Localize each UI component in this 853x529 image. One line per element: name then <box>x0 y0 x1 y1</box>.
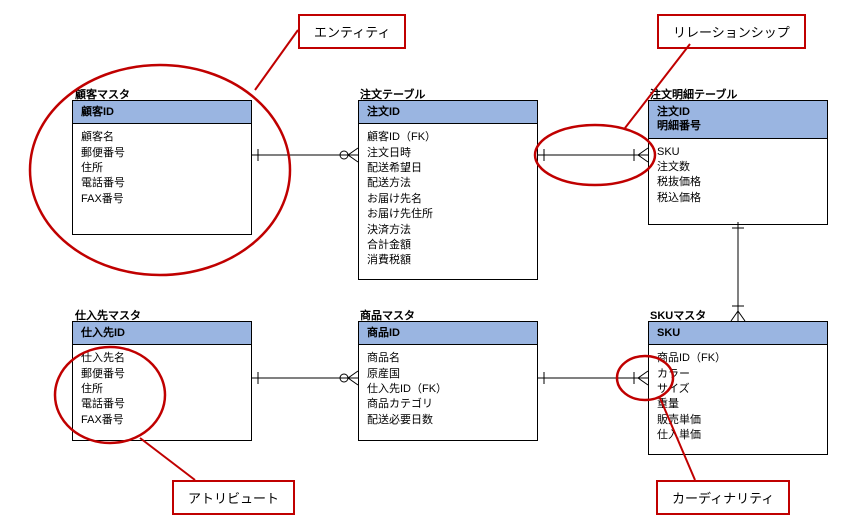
attr: 税抜価格 <box>657 175 819 190</box>
attr: 住所 <box>81 382 243 397</box>
attr: 郵便番号 <box>81 367 243 382</box>
attr: 決済方法 <box>367 223 529 238</box>
attr: お届け先名 <box>367 192 529 207</box>
attr: 税込価格 <box>657 191 819 206</box>
attr: 顧客ID（FK） <box>367 130 529 145</box>
attr: 商品名 <box>367 351 529 366</box>
attr: カラー <box>657 367 819 382</box>
entity-sku-attrs: 商品ID（FK） カラー サイズ 重量 販売単価 仕入単価 <box>649 345 827 453</box>
entity-sku-pk: SKU <box>649 322 827 345</box>
entity-order-detail-pk: 注文ID 明細番号 <box>649 101 827 139</box>
entity-customer: 顧客ID 顧客名 郵便番号 住所 電話番号 FAX番号 <box>72 100 252 235</box>
annotation-relationship: リレーションシップ <box>657 14 806 49</box>
attr: 仕入単価 <box>657 428 819 443</box>
attr: FAX番号 <box>81 192 243 207</box>
attr: 仕入先名 <box>81 351 243 366</box>
entity-order-attrs: 顧客ID（FK） 注文日時 配送希望日 配送方法 お届け先名 お届け先住所 決済… <box>359 124 537 279</box>
attr: 配送方法 <box>367 176 529 191</box>
attr: 重量 <box>657 397 819 412</box>
entity-order-detail-attrs: SKU 注文数 税抜価格 税込価格 <box>649 139 827 224</box>
entity-supplier: 仕入先ID 仕入先名 郵便番号 住所 電話番号 FAX番号 <box>72 321 252 441</box>
annotation-attribute: アトリビュート <box>172 480 295 515</box>
attr: 仕入先ID（FK） <box>367 382 529 397</box>
entity-sku: SKU 商品ID（FK） カラー サイズ 重量 販売単価 仕入単価 <box>648 321 828 455</box>
entity-product-attrs: 商品名 原産国 仕入先ID（FK） 商品カテゴリ 配送必要日数 <box>359 345 537 440</box>
annotation-entity: エンティティ <box>298 14 406 49</box>
attr: 住所 <box>81 161 243 176</box>
attr: 顧客名 <box>81 130 243 145</box>
attr: 商品カテゴリ <box>367 397 529 412</box>
annotation-cardinality: カーディナリティ <box>656 480 790 515</box>
attr: 消費税額 <box>367 253 529 268</box>
attr: 電話番号 <box>81 176 243 191</box>
entity-order-pk: 注文ID <box>359 101 537 124</box>
attr: 配送希望日 <box>367 161 529 176</box>
attr: 注文日時 <box>367 146 529 161</box>
entity-supplier-pk: 仕入先ID <box>73 322 251 345</box>
entity-customer-attrs: 顧客名 郵便番号 住所 電話番号 FAX番号 <box>73 124 251 234</box>
entity-customer-pk: 顧客ID <box>73 101 251 124</box>
attr: 郵便番号 <box>81 146 243 161</box>
pk-line: 明細番号 <box>657 119 819 133</box>
attr: 注文数 <box>657 160 819 175</box>
attr: 配送必要日数 <box>367 413 529 428</box>
entity-supplier-attrs: 仕入先名 郵便番号 住所 電話番号 FAX番号 <box>73 345 251 440</box>
attr: 合計金額 <box>367 238 529 253</box>
attr: 販売単価 <box>657 413 819 428</box>
attr: 原産国 <box>367 367 529 382</box>
entity-product: 商品ID 商品名 原産国 仕入先ID（FK） 商品カテゴリ 配送必要日数 <box>358 321 538 441</box>
attr: お届け先住所 <box>367 207 529 222</box>
attr: SKU <box>657 145 819 160</box>
entity-order: 注文ID 顧客ID（FK） 注文日時 配送希望日 配送方法 お届け先名 お届け先… <box>358 100 538 280</box>
entity-product-pk: 商品ID <box>359 322 537 345</box>
pk-line: 注文ID <box>657 105 819 119</box>
entity-order-detail: 注文ID 明細番号 SKU 注文数 税抜価格 税込価格 <box>648 100 828 225</box>
attr: 商品ID（FK） <box>657 351 819 366</box>
attr: 電話番号 <box>81 397 243 412</box>
attr: サイズ <box>657 382 819 397</box>
attr: FAX番号 <box>81 413 243 428</box>
